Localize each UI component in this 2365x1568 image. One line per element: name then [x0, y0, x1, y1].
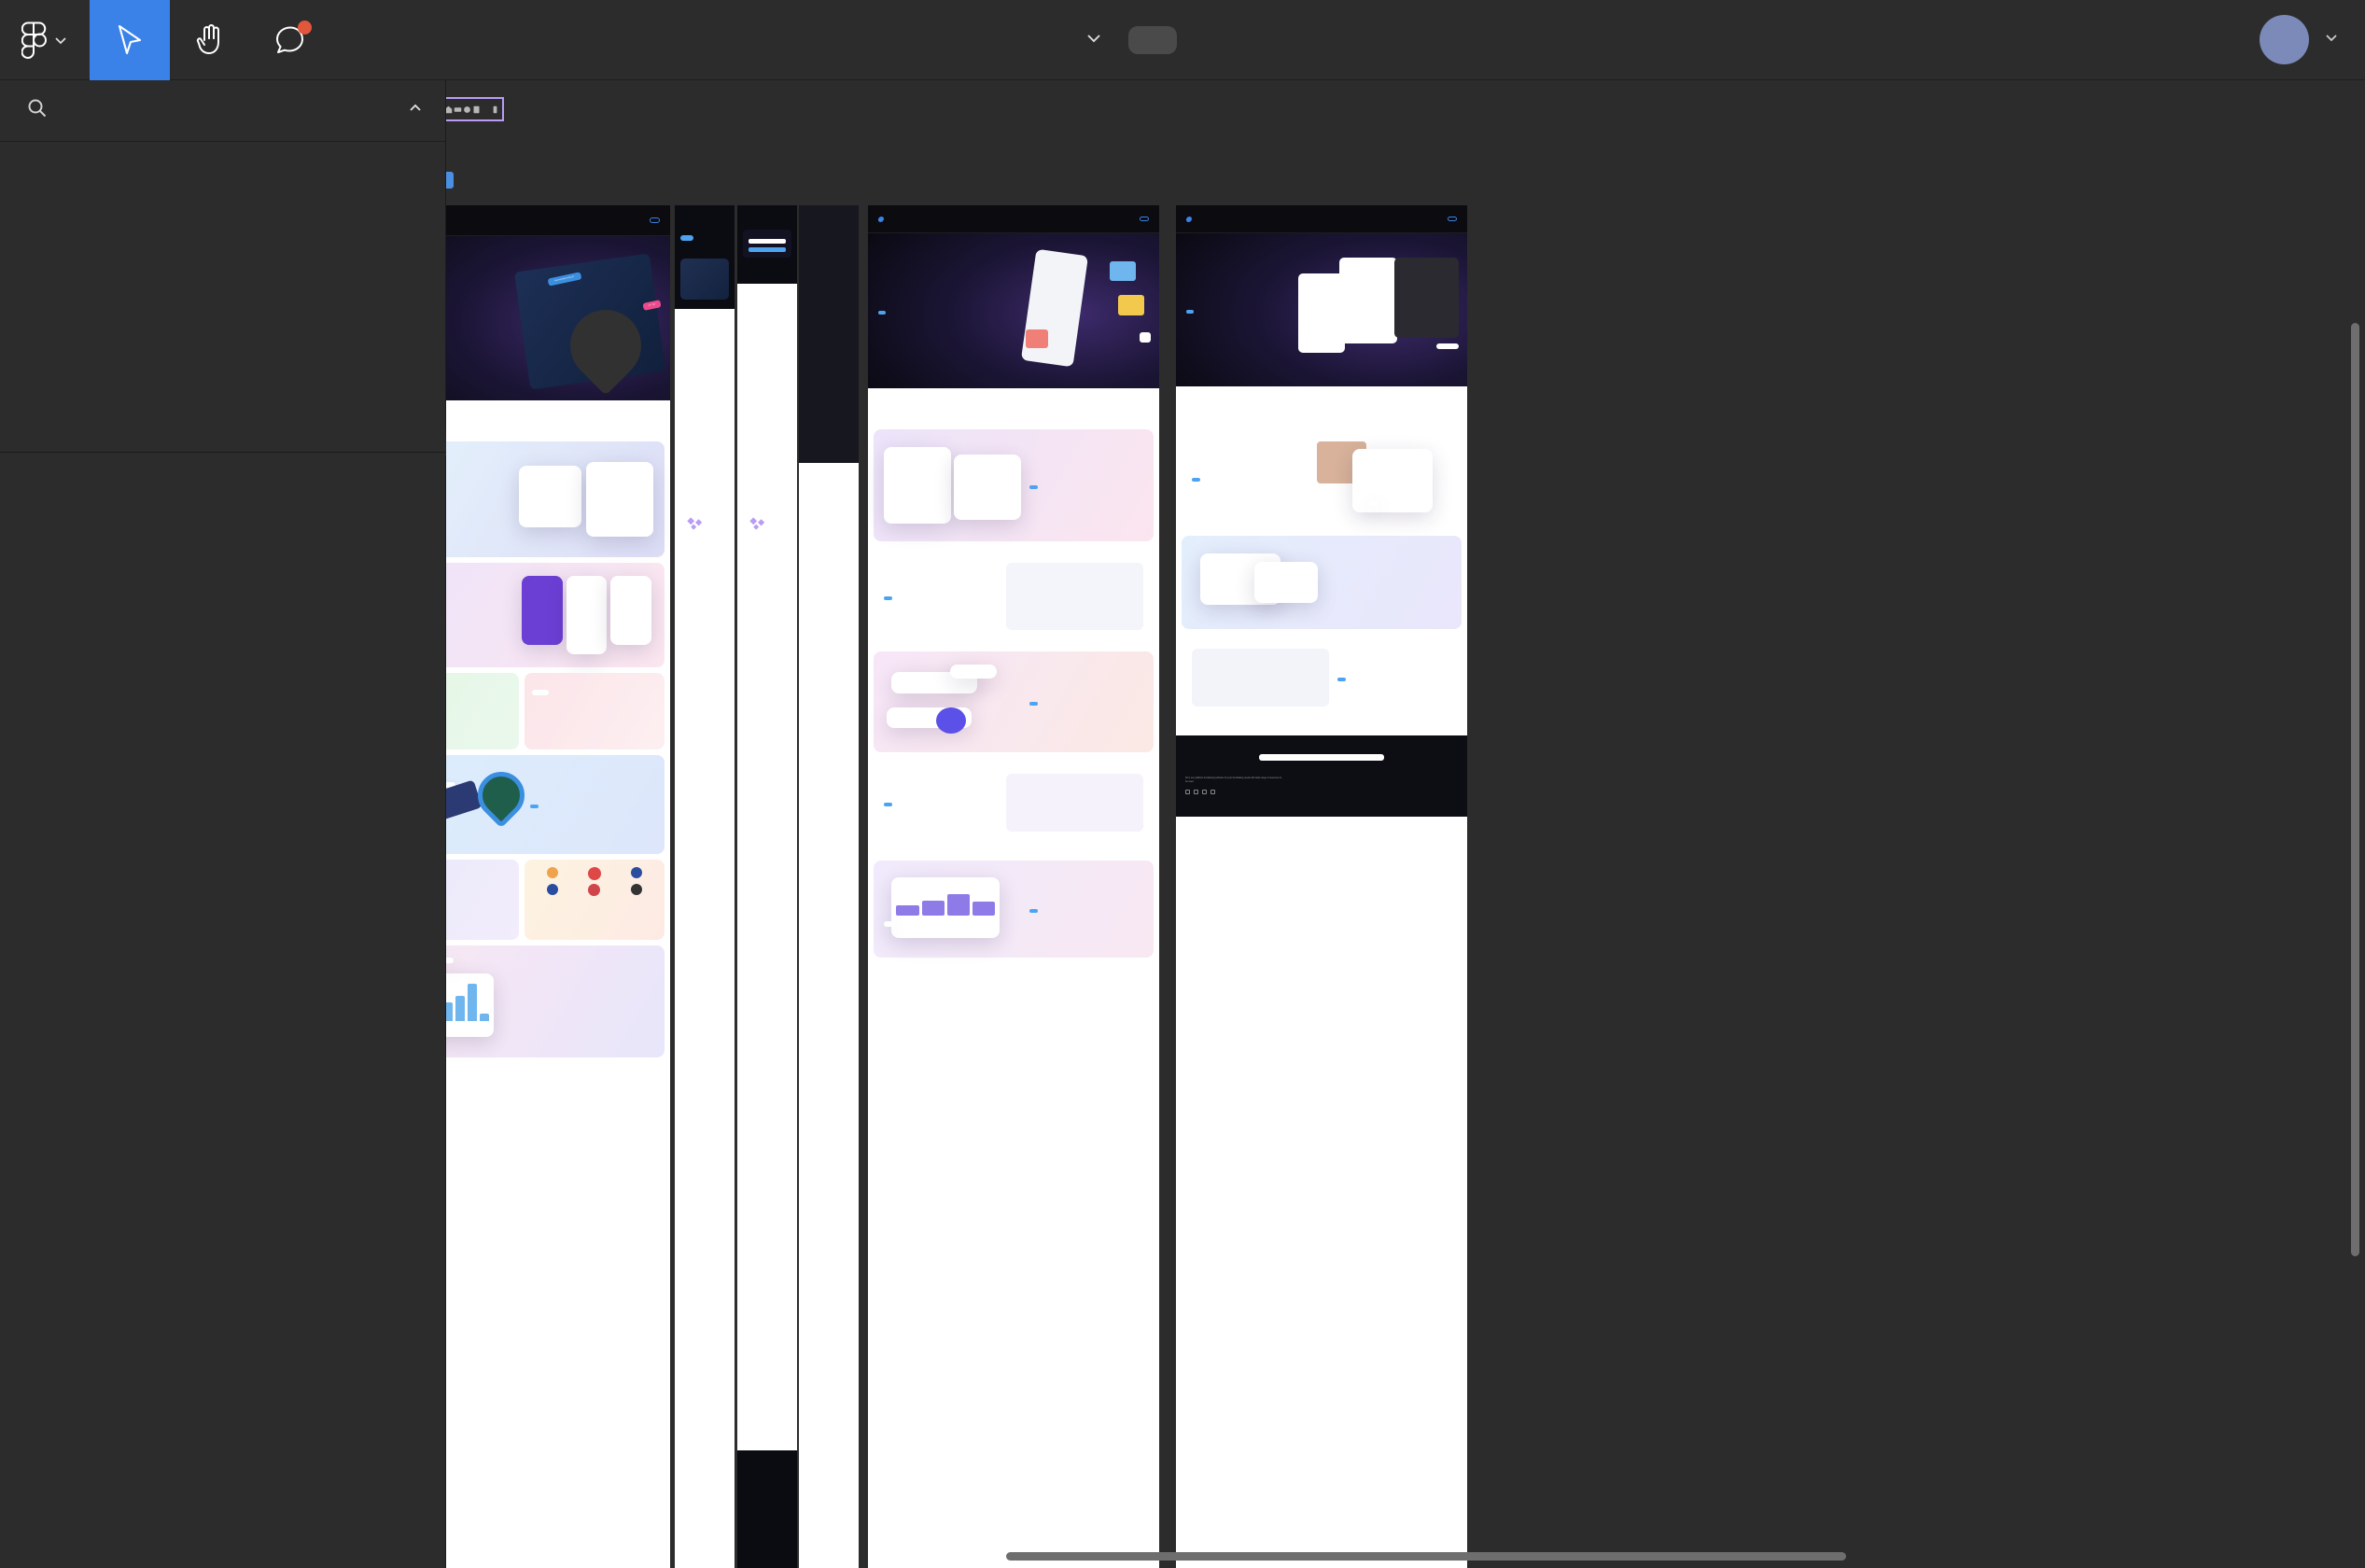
search-input[interactable] [65, 98, 372, 123]
get-started-button[interactable] [1448, 216, 1458, 222]
design-canvas[interactable]: f ▮▮ [446, 80, 2365, 1568]
move-tool-button[interactable] [90, 0, 170, 80]
sidebar-search-row [0, 80, 445, 142]
layers-list [0, 454, 446, 1568]
frame-fundraising-events[interactable]: All in one platform fundraising software… [1176, 205, 1467, 1568]
figma-menu-button[interactable] [0, 0, 90, 80]
avatar-chevron-down-icon[interactable] [2322, 28, 2341, 51]
fe-cta[interactable] [1191, 478, 1201, 483]
chevron-up-icon[interactable] [406, 99, 425, 122]
frame-landing-page[interactable]: Amount Raised 8.541,47 47 / 215 [446, 205, 670, 1568]
vertical-scrollbar[interactable] [2351, 323, 2359, 1256]
df-section-payments [874, 651, 1154, 752]
df-cta[interactable] [1029, 909, 1039, 913]
fe-section-henry [1182, 635, 1462, 721]
df-cta[interactable] [1029, 702, 1039, 706]
frame-mobile-3[interactable] [799, 205, 859, 1568]
section-two-cards [446, 673, 665, 749]
top-toolbar [0, 0, 2365, 80]
card-security [446, 860, 519, 940]
search-icon [26, 97, 49, 124]
df-section-dynamic [874, 429, 1154, 541]
mobile-3-items [799, 439, 859, 454]
fe-hero-cta[interactable] [1185, 310, 1194, 314]
chevron-down-icon [52, 32, 69, 49]
component-diamond-icon [446, 80, 457, 89]
chip-crm [532, 690, 549, 695]
request-sent-button[interactable] [1127, 25, 1177, 54]
mobile-2-component-label [749, 517, 770, 530]
horizontal-scrollbar[interactable] [1006, 1552, 1846, 1561]
frame-mobile-2[interactable] [737, 205, 797, 1568]
df-badge-text [1109, 260, 1137, 282]
pages-fade-overlay [0, 424, 446, 455]
fe-cta[interactable] [1336, 678, 1347, 681]
component-label-group [446, 80, 465, 89]
fe-section-team [1182, 536, 1462, 629]
card-data-access [525, 673, 665, 749]
fe-section-build [1182, 426, 1462, 530]
section-security-languages [446, 860, 665, 940]
card-languages [525, 860, 665, 940]
mobile-hero-cta[interactable] [680, 235, 693, 241]
newsletter-input[interactable] [1258, 754, 1385, 761]
figma-logo-icon [21, 21, 47, 59]
get-started-button[interactable] [650, 217, 661, 223]
section-cta[interactable] [529, 805, 539, 809]
sidebar-divider [0, 452, 446, 453]
section-request-demo [446, 441, 665, 557]
comment-tool-button[interactable] [250, 0, 330, 80]
df-section-recurring [874, 547, 1154, 646]
file-menu-chevron-down-icon[interactable] [1084, 27, 1104, 52]
df-section-tracking [874, 861, 1154, 958]
df-badge-button [1118, 295, 1145, 315]
mobile-footer-logo [737, 263, 797, 278]
icon-row-selection[interactable] [446, 97, 504, 121]
df-hero-cta[interactable] [877, 311, 887, 315]
section-donor-crm [446, 945, 665, 1057]
df-cta[interactable] [1029, 485, 1039, 489]
frame-mobile-1[interactable] [675, 205, 735, 1568]
df-cta[interactable] [883, 803, 893, 806]
frame-donation-forms[interactable] [868, 205, 1159, 1568]
df-cta[interactable] [883, 596, 893, 600]
comment-notification-badge [298, 20, 312, 35]
df-section-rate-matching [874, 758, 1154, 847]
links-marker[interactable] [446, 172, 454, 189]
cursor-arrow-icon [114, 23, 146, 57]
hand-tool-button[interactable] [170, 0, 250, 80]
df-badge-image [1025, 329, 1049, 348]
section-payment-methods [446, 755, 665, 854]
pages-heading [0, 157, 445, 183]
fe-newsletter-footer: All in one platform fundraising software… [1176, 735, 1467, 817]
mobile-1-component-label [687, 517, 707, 530]
pages-section [0, 142, 445, 183]
section-evolution [446, 563, 665, 667]
left-sidebar [0, 80, 446, 1568]
mobile-menu-list [737, 205, 797, 224]
user-avatar[interactable] [2260, 15, 2309, 64]
hand-icon [194, 23, 226, 57]
card-donate-buttons [446, 673, 519, 749]
get-started-button[interactable] [1140, 216, 1150, 222]
